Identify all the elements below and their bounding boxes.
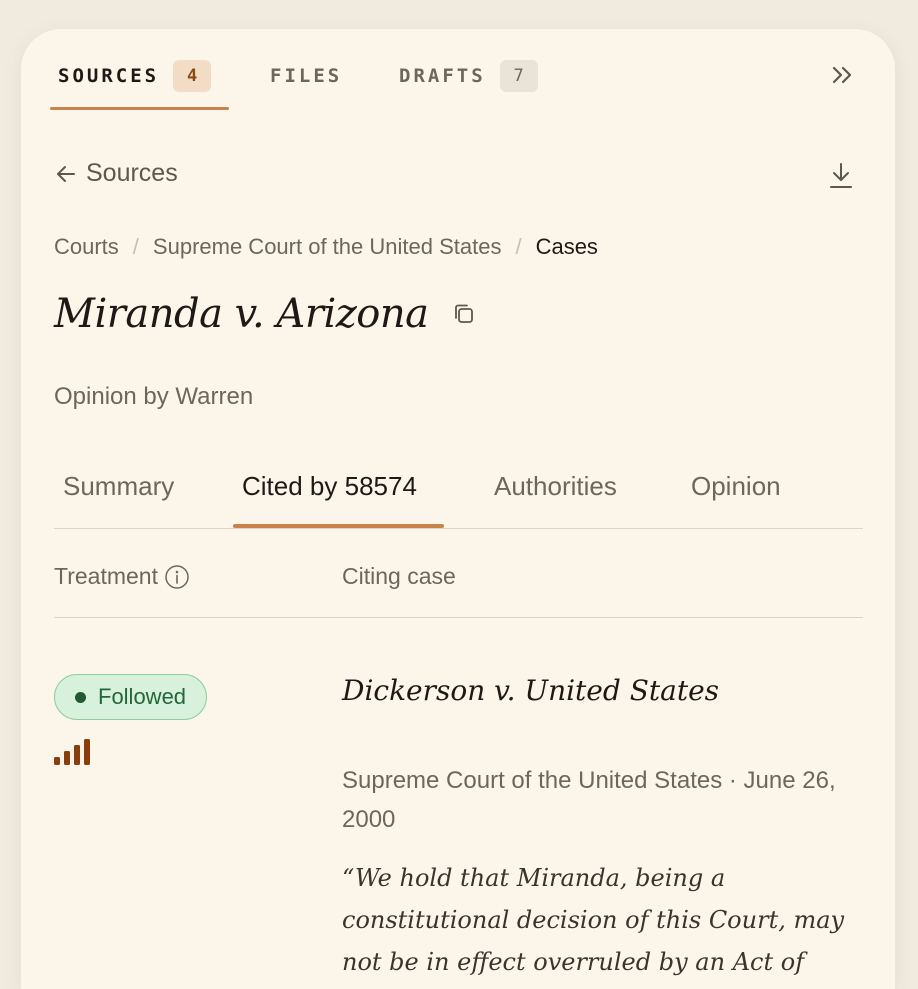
tab-cited-by[interactable]: Cited by 58574 <box>242 471 417 502</box>
copy-icon <box>454 304 473 323</box>
breadcrumb: Courts / Supreme Court of the United Sta… <box>54 234 598 260</box>
breadcrumb-separator: / <box>132 234 139 259</box>
page-title: Miranda v. Arizona <box>54 291 429 337</box>
tab-sources[interactable]: SOURCES 4 <box>58 59 212 93</box>
download-button[interactable] <box>827 161 855 191</box>
tab-sources-badge: 4 <box>173 60 212 92</box>
citing-case-header: Citing case <box>342 563 456 589</box>
back-label: Sources <box>86 159 178 187</box>
breadcrumb-court[interactable]: Supreme Court of the United States <box>153 234 502 260</box>
download-icon <box>830 163 852 188</box>
arrow-left-icon <box>57 165 75 182</box>
citing-case-quote: “We hold that Miranda, being a constitut… <box>342 864 845 976</box>
treatment-badge[interactable]: Followed <box>54 674 208 720</box>
tab-drafts-label: DRAFTS <box>399 65 486 87</box>
status-dot <box>75 691 86 703</box>
tab-drafts-badge: 7 <box>499 60 538 92</box>
tab-files[interactable]: FILES <box>270 59 342 93</box>
signal-bar <box>74 745 80 765</box>
top-tab-bar: SOURCES 4 FILES DRAFTS 7 <box>21 29 895 119</box>
signal-bar <box>54 757 60 765</box>
signal-bar <box>64 751 70 765</box>
title-row: Miranda v. Arizona <box>54 291 477 337</box>
breadcrumb-separator: / <box>515 234 522 259</box>
collapse-panel-button[interactable] <box>829 63 857 87</box>
table-row: Followed Dickerson v. United States Supr… <box>54 669 863 989</box>
active-case-tab-underline <box>233 524 444 528</box>
treatment-header-label: Treatment <box>54 563 158 589</box>
opinion-author: Opinion by Warren <box>54 383 254 410</box>
breadcrumb-courts[interactable]: Courts <box>54 234 119 260</box>
table-header: Treatment Citing case <box>54 529 863 618</box>
breadcrumb-cases[interactable]: Cases <box>536 234 598 260</box>
copy-title-button[interactable] <box>451 301 477 327</box>
treatment-label: Followed <box>98 684 187 709</box>
tab-drafts[interactable]: DRAFTS 7 <box>399 59 538 93</box>
active-tab-underline <box>50 107 229 110</box>
citing-case-link[interactable]: Dickerson v. United States <box>342 674 719 707</box>
tab-authorities[interactable]: Authorities <box>494 471 617 502</box>
treatment-header: Treatment <box>54 563 190 590</box>
tab-opinion[interactable]: Opinion <box>691 471 781 502</box>
case-tab-bar: Summary Cited by 58574 Authorities Opini… <box>54 454 863 529</box>
sources-panel: SOURCES 4 FILES DRAFTS 7 Sources Courts … <box>21 29 895 989</box>
tab-summary[interactable]: Summary <box>63 471 174 502</box>
signal-bar <box>84 739 90 765</box>
signal-bars-icon <box>54 739 90 765</box>
tab-sources-label: SOURCES <box>58 65 160 87</box>
info-icon[interactable] <box>164 564 190 590</box>
back-to-sources-link[interactable]: Sources <box>54 159 178 188</box>
tab-files-label: FILES <box>270 65 343 87</box>
citing-case-meta: Supreme Court of the United States · Jun… <box>342 767 836 833</box>
double-chevron-right-icon <box>832 66 852 84</box>
